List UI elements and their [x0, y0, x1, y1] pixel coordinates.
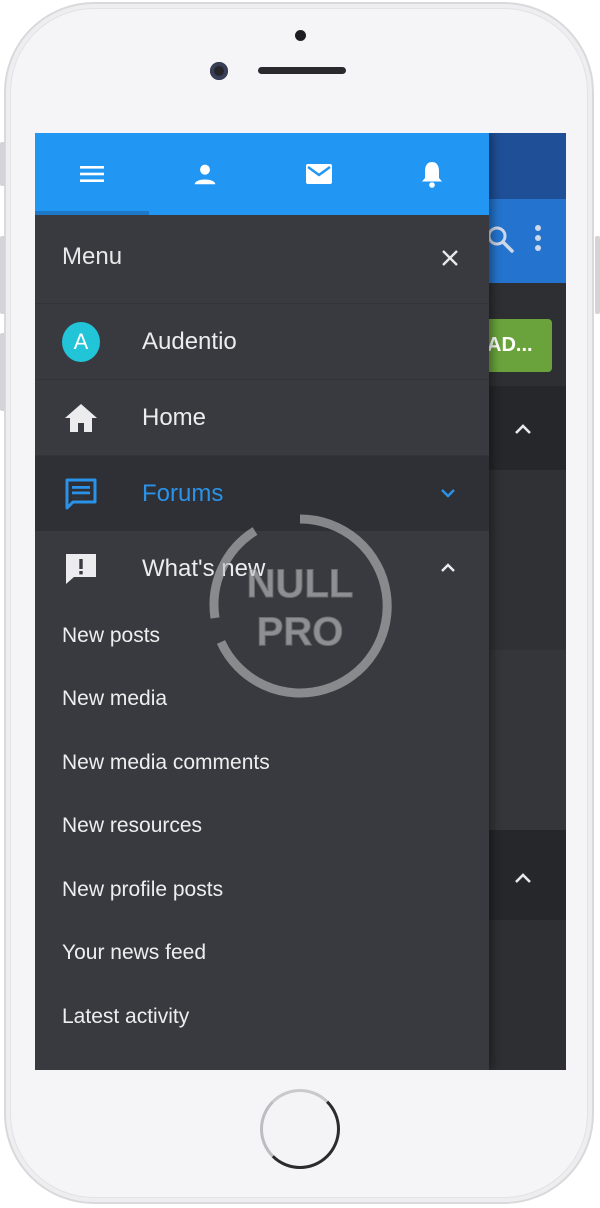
tab-conversations[interactable]: [262, 133, 376, 215]
earpiece-speaker: [258, 67, 346, 74]
proximity-sensor: [295, 30, 306, 41]
avatar: A: [62, 322, 100, 362]
submenu-new-media[interactable]: New media: [62, 687, 167, 711]
submenu-latest-activity[interactable]: Latest activity: [62, 1005, 189, 1029]
forum-icon-wrap: [62, 475, 100, 513]
avatar-letter: A: [62, 322, 100, 362]
volume-down-button: [0, 333, 5, 411]
background-section-body: [489, 470, 566, 650]
power-button: [595, 236, 600, 314]
menu-item-label: Home: [142, 404, 207, 431]
watermark-line1: NULL: [247, 562, 354, 606]
close-icon[interactable]: [437, 245, 463, 271]
menu-header: Menu: [35, 215, 489, 304]
front-camera: [210, 62, 228, 80]
menu-item-label: Audentio: [142, 328, 237, 355]
submenu-new-resources[interactable]: New resources: [62, 814, 202, 838]
submenu-new-posts[interactable]: New posts: [62, 624, 160, 648]
whats-new-icon-wrap: [62, 550, 100, 588]
user-icon: [194, 164, 216, 185]
mute-switch: [0, 142, 5, 186]
home-icon-wrap: [62, 399, 100, 437]
chevron-up-icon[interactable]: [511, 417, 535, 441]
chevron-down-icon[interactable]: [436, 481, 460, 505]
chevron-up-icon[interactable]: [436, 556, 460, 580]
home-button[interactable]: [260, 1089, 340, 1169]
tab-account[interactable]: [149, 133, 263, 215]
nullpro-watermark: NULL PRO: [209, 514, 392, 698]
submenu-new-media-comments[interactable]: New media comments: [62, 751, 270, 775]
chevron-up-icon[interactable]: [511, 866, 535, 890]
whats-new-icon: [66, 554, 96, 584]
drawer-tab-bar: [35, 133, 489, 215]
menu-item-label: Forums: [142, 480, 224, 507]
menu-title: Menu: [62, 243, 123, 270]
home-icon: [65, 404, 97, 432]
submenu-new-profile-posts[interactable]: New profile posts: [62, 878, 223, 902]
menu-item-account[interactable]: A Audentio: [35, 304, 489, 380]
bell-icon: [422, 162, 443, 188]
tab-alerts[interactable]: [376, 133, 490, 215]
forum-icon: [65, 478, 97, 510]
menu-item-home[interactable]: Home: [35, 380, 489, 456]
submenu-your-news-feed[interactable]: Your news feed: [62, 941, 206, 965]
more-options-icon[interactable]: [533, 225, 543, 255]
watermark-line2: PRO: [257, 610, 344, 654]
search-icon[interactable]: [486, 225, 514, 253]
volume-up-button: [0, 236, 5, 314]
menu-icon: [79, 166, 104, 182]
background-section-body: [489, 650, 566, 830]
mail-icon: [305, 164, 332, 184]
tab-menu[interactable]: [35, 133, 149, 215]
